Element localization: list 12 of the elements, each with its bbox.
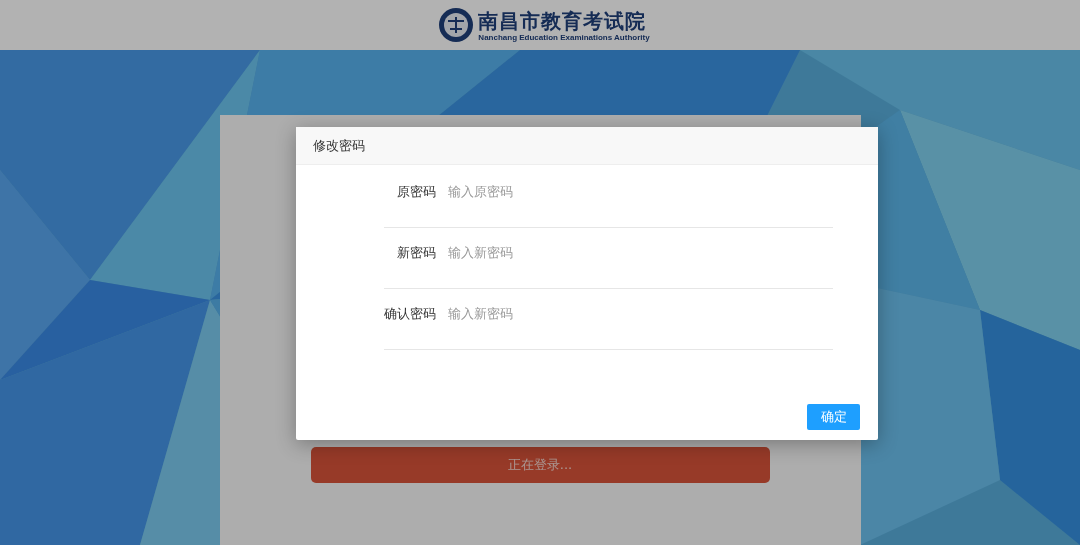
- dialog-title: 修改密码: [313, 136, 365, 155]
- field-label: 新密码: [396, 244, 436, 262]
- logo-subtitle: Nanchang Education Examinations Authority: [478, 32, 650, 42]
- password-field[interactable]: 输入新密码: [448, 244, 808, 262]
- password-field[interactable]: 输入新密码: [448, 305, 808, 323]
- login-button[interactable]: 正在登录...: [310, 447, 770, 483]
- confirm-button[interactable]: 确定: [807, 404, 860, 430]
- field-label: 原密码: [396, 183, 436, 201]
- logo-title: 南昌市教育考试院: [478, 8, 648, 33]
- field-label: 确认密码: [384, 305, 436, 323]
- emblem-icon: [438, 5, 475, 45]
- password-field[interactable]: 输入原密码: [448, 183, 808, 201]
